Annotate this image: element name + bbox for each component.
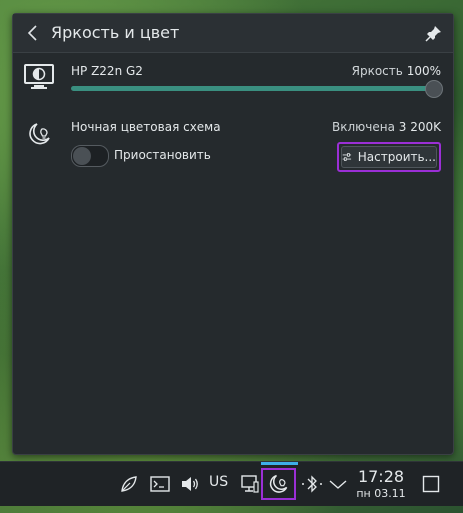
brightness-slider-fill (71, 86, 441, 91)
brightness-color-popup: Яркость и цвет HP Z22n G2 Яркость 100% Н… (12, 13, 454, 455)
tray-night-color[interactable] (267, 472, 291, 496)
clock-date[interactable]: пн 03.11 (356, 487, 406, 500)
tray-volume[interactable] (179, 472, 201, 496)
pin-button[interactable] (425, 24, 443, 42)
configure-label: Настроить... (357, 150, 436, 164)
tray-expand[interactable] (328, 472, 348, 496)
active-tray-indicator (261, 462, 298, 465)
show-desktop-button[interactable] (420, 472, 442, 496)
volume-icon (182, 477, 198, 491)
keyboard-layout[interactable]: US (209, 474, 228, 490)
network-icon (241, 475, 259, 493)
pin-icon (425, 26, 441, 42)
brightness-value: 100% (406, 64, 441, 78)
brightness-readout: Яркость 100% (352, 64, 441, 78)
chevron-left-icon (27, 25, 37, 41)
display-name: HP Z22n G2 (71, 64, 143, 78)
pause-toggle-knob (73, 147, 91, 165)
show-desktop-icon (422, 475, 440, 493)
taskbar: US 17:28 пн 03.11 (0, 461, 463, 506)
tray-network[interactable] (239, 472, 261, 496)
brightness-slider[interactable] (71, 80, 443, 98)
night-color-status: Включена 3 200K (332, 120, 441, 134)
tray-leaf[interactable] (118, 472, 140, 496)
terminal-icon (150, 476, 170, 492)
monitor-brightness-icon (24, 64, 54, 89)
brightness-label: Яркость (351, 64, 403, 78)
brightness-slider-handle[interactable] (425, 80, 443, 98)
night-color-title: Ночная цветовая схема (71, 120, 221, 134)
popup-title: Яркость и цвет (51, 23, 180, 42)
tray-terminal[interactable] (149, 472, 171, 496)
configure-button[interactable]: Настроить... (337, 142, 441, 172)
popup-header: Яркость и цвет (13, 14, 453, 53)
clock-time[interactable]: 17:28 (356, 467, 406, 486)
night-color-status-label: Включена (332, 120, 395, 134)
bluetooth-icon (302, 475, 322, 493)
pause-label: Приостановить (114, 148, 211, 162)
leaf-icon (121, 476, 137, 492)
night-color-icon (29, 123, 50, 145)
tray-bluetooth[interactable] (301, 472, 323, 496)
back-button[interactable] (23, 23, 43, 43)
night-color-temperature: 3 200K (398, 120, 441, 134)
chevron-up-icon (329, 480, 347, 489)
pause-toggle[interactable] (71, 145, 109, 167)
configure-button-body[interactable]: Настроить... (341, 146, 437, 168)
night-color-icon (269, 474, 288, 493)
sliders-icon (342, 153, 352, 161)
